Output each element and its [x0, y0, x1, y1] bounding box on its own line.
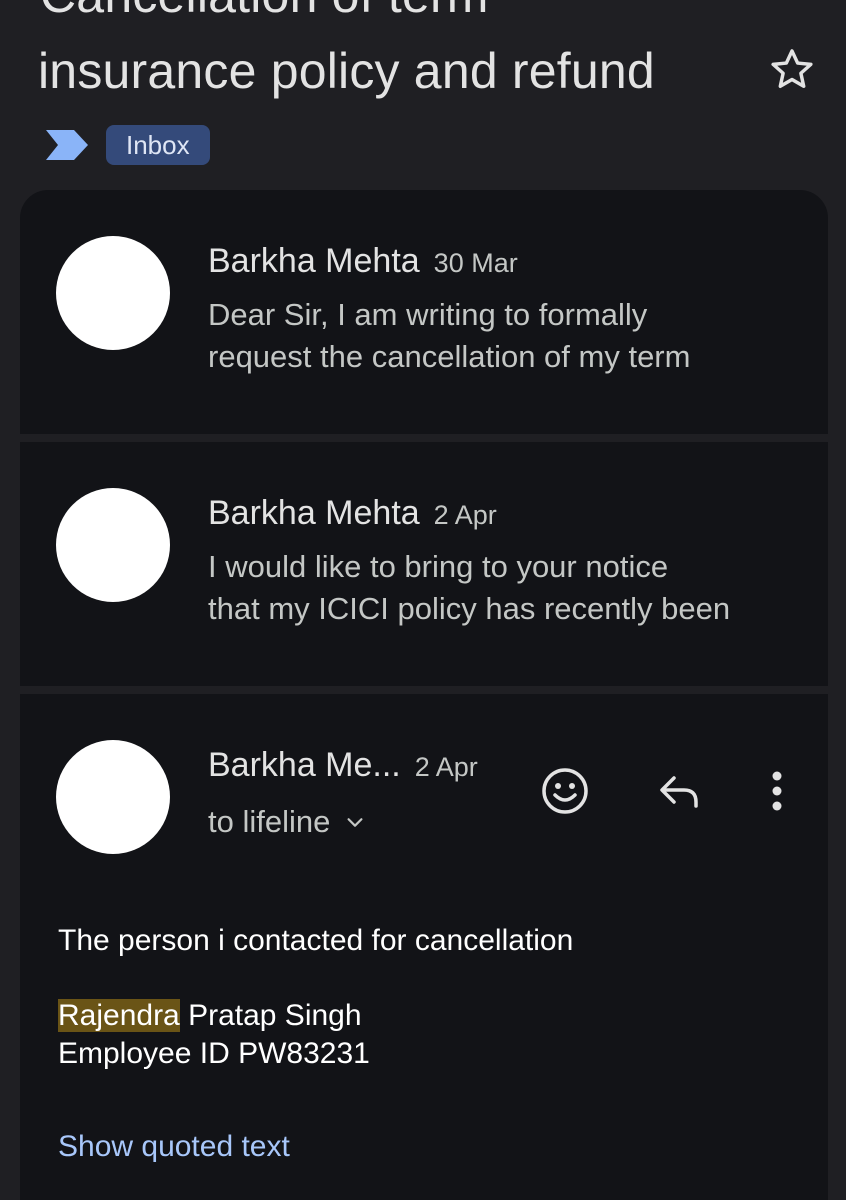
more-vert-icon[interactable] — [752, 766, 802, 816]
label-row: Inbox — [44, 124, 210, 166]
avatar[interactable] — [56, 488, 170, 602]
sender-name: Barkha Mehta — [208, 242, 420, 280]
recipient-text: to lifeline — [208, 804, 331, 839]
star-icon[interactable] — [766, 44, 818, 96]
message-snippet-line1: I would like to bring to your notice — [208, 549, 669, 584]
avatar[interactable] — [56, 236, 170, 350]
importance-marker-icon — [46, 130, 88, 160]
sender-name: Barkha Mehta — [208, 494, 420, 532]
message-body-line1: The person i contacted for cancellation — [58, 924, 574, 957]
inbox-label-chip[interactable]: Inbox — [106, 125, 210, 165]
thread-subject: insurance policy and refund — [38, 43, 655, 99]
message-date: 2 Apr — [433, 500, 497, 530]
message-snippet-line2: that my ICICI policy has recently been — [208, 591, 731, 626]
show-quoted-text-link[interactable]: Show quoted text — [58, 1130, 290, 1164]
name-rest: Pratap Singh — [179, 999, 362, 1032]
message-snippet-line2: request the cancellation of my term — [208, 339, 691, 374]
sender-line: Barkha Mehta 30 Mar — [208, 242, 518, 281]
message-card-collapsed[interactable]: Barkha Mehta 2 Apr I would like to bring… — [20, 442, 828, 686]
sender-line: Barkha Mehta 2 Apr — [208, 494, 497, 533]
recipient-toggle[interactable]: to lifeline — [208, 804, 366, 840]
message-snippet-line1: Dear Sir, I am writing to formally — [208, 297, 648, 332]
emoji-reaction-icon[interactable] — [540, 766, 590, 816]
message-body-name-line: Rajendra Pratap Singh — [58, 997, 362, 1035]
search-highlight: Rajendra — [58, 999, 180, 1032]
chevron-down-icon — [347, 818, 363, 827]
sender-line: Barkha Me... 2 Apr — [208, 746, 478, 785]
subject-partial-line: Cancellation of term — [40, 0, 489, 24]
message-date: 30 Mar — [433, 248, 518, 278]
message-card-expanded: Barkha Me... 2 Apr to lifeline The perso… — [20, 694, 828, 1200]
message-date: 2 Apr — [414, 752, 478, 782]
message-body-line3: Employee ID PW83231 — [58, 1037, 370, 1070]
sender-name: Barkha Me... — [208, 746, 401, 784]
avatar[interactable] — [56, 740, 170, 854]
message-card-collapsed[interactable]: Barkha Mehta 30 Mar Dear Sir, I am writi… — [20, 190, 828, 434]
reply-icon[interactable] — [654, 766, 704, 816]
email-thread-view: Cancellation of term insurance policy an… — [0, 0, 846, 1200]
